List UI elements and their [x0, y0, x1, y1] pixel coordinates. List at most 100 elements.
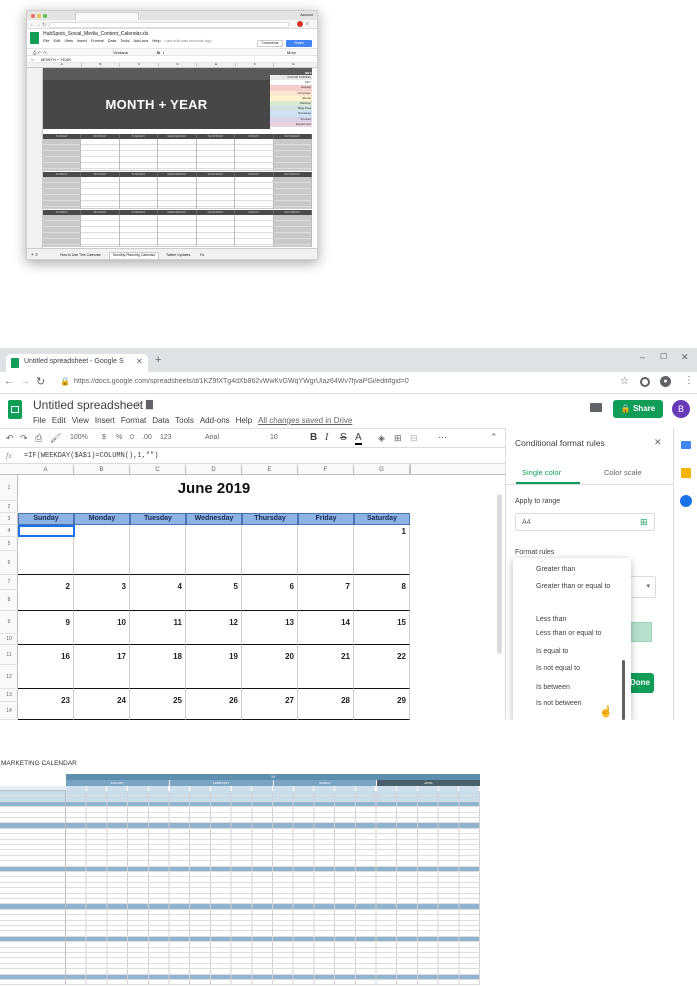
date-cell[interactable]	[74, 525, 130, 575]
row-number[interactable]: 3	[0, 513, 18, 525]
window-close-icon[interactable]: ✕	[681, 352, 689, 363]
date-number[interactable]: 12	[229, 618, 238, 627]
date-cell[interactable]: 19	[186, 645, 242, 689]
condition-option[interactable]: Is not equal to	[536, 664, 624, 674]
date-cell[interactable]: 24	[74, 689, 130, 720]
percent-button[interactable]: %	[116, 434, 122, 441]
condition-dropdown-arrow-icon[interactable]: ▾	[628, 576, 656, 598]
col-header[interactable]: D	[186, 465, 242, 475]
key-item[interactable]: Experiment	[270, 121, 312, 127]
day-cell[interactable]	[235, 215, 274, 247]
date-cell[interactable]: 5	[186, 575, 242, 611]
day-cell[interactable]	[81, 177, 120, 209]
day-cell[interactable]	[81, 215, 120, 247]
doc-title[interactable]: Untitled spreadsheet	[33, 398, 143, 412]
share-button[interactable]: 🔒 Share	[613, 400, 663, 418]
date-cell[interactable]	[298, 525, 354, 575]
date-cell[interactable]: 13	[242, 611, 298, 645]
day-cell[interactable]	[158, 215, 197, 247]
row-number[interactable]: 4	[0, 525, 18, 537]
comments-icon[interactable]	[590, 403, 602, 412]
day-cell[interactable]	[235, 177, 274, 209]
date-number[interactable]: 13	[285, 618, 294, 627]
formula-input[interactable]: =IF(WEEKDAY($A$1)=COLUMN(),1,"")	[24, 452, 158, 460]
row-number[interactable]: 13	[0, 689, 18, 702]
row-number[interactable]: 8	[0, 590, 18, 611]
borders-icon[interactable]: ⊞	[394, 433, 402, 444]
day-cell[interactable]	[273, 139, 312, 171]
row-number[interactable]: 14	[0, 702, 18, 720]
menu-view[interactable]: View	[64, 39, 73, 43]
date-number[interactable]: 25	[173, 696, 182, 705]
sheets-logo-icon[interactable]	[8, 400, 22, 419]
minimize-dot[interactable]	[37, 14, 41, 18]
last-edit[interactable]: Last edit was seconds ago	[165, 39, 212, 43]
date-number[interactable]: 27	[285, 696, 294, 705]
selected-cell[interactable]	[18, 525, 75, 537]
row-number[interactable]: 9	[0, 611, 18, 634]
date-cell[interactable]: 14	[298, 611, 354, 645]
date-cell[interactable]: 29	[354, 689, 410, 720]
date-cell[interactable]: 23	[18, 689, 74, 720]
menu-insert[interactable]: Insert	[77, 39, 87, 43]
italic-icon[interactable]: I	[325, 432, 328, 443]
day-cell[interactable]	[196, 177, 236, 209]
date-cell[interactable]: 10	[74, 611, 130, 645]
share-button[interactable]: Share	[286, 40, 312, 47]
tab-color-scale[interactable]: Color scale	[604, 468, 642, 477]
tab-close-icon[interactable]: ✕	[136, 357, 143, 366]
format-preview-swatch[interactable]	[628, 622, 652, 642]
condition-option[interactable]: Is equal to	[536, 647, 624, 657]
calendar-title[interactable]: June 2019	[18, 476, 410, 501]
zoom-dot[interactable]	[43, 14, 47, 18]
fill-color-icon[interactable]: ◈	[378, 433, 385, 444]
date-number[interactable]: 7	[346, 582, 350, 591]
date-cell[interactable]: 4	[130, 575, 186, 611]
date-cell[interactable]: 21	[298, 645, 354, 689]
date-cell[interactable]: 7	[298, 575, 354, 611]
date-cell[interactable]: 17	[74, 645, 130, 689]
date-number[interactable]: 29	[397, 696, 406, 705]
reload-icon[interactable]: ↻	[36, 375, 45, 388]
panel-close-icon[interactable]: ✕	[654, 437, 662, 448]
date-cell[interactable]: 2	[18, 575, 74, 611]
sheet-tab-0[interactable]: How to Use This Calendar	[57, 253, 104, 259]
done-button[interactable]: Done	[628, 673, 654, 693]
menu-data[interactable]: Data	[108, 39, 116, 43]
tab-single-color[interactable]: Single color	[522, 468, 561, 477]
merge-cells-icon[interactable]: ⊟	[410, 433, 418, 444]
condition-option[interactable]: Less than or equal to	[536, 629, 624, 639]
date-number[interactable]: 18	[173, 652, 182, 661]
collapse-icon[interactable]: ⌃	[490, 432, 498, 443]
menu-data[interactable]: Data	[152, 416, 169, 425]
menu-help[interactable]: Help	[152, 39, 160, 43]
menu-edit[interactable]: Edit	[52, 416, 66, 425]
back-icon[interactable]: ←	[30, 22, 35, 28]
date-number[interactable]: 1	[402, 527, 406, 536]
row-number[interactable]: 1	[0, 475, 18, 501]
doc-title[interactable]: HubSpots_Social_Media_Content_Calendar.x…	[43, 32, 148, 37]
more-button[interactable]: More	[287, 51, 296, 55]
decrease-decimal-button[interactable]: .0	[128, 434, 134, 441]
zoom-select[interactable]: 100%	[70, 434, 88, 441]
profile-icon[interactable]: ●	[660, 376, 671, 387]
font-select[interactable]: Arial	[205, 434, 219, 441]
row-number[interactable]: 5	[0, 537, 18, 551]
bold-icon[interactable]: B	[310, 432, 317, 443]
sheet-tab-3[interactable]: Fa	[197, 253, 207, 259]
week-row[interactable]	[43, 139, 312, 171]
menu-format[interactable]: Format	[91, 39, 104, 43]
range-input[interactable]: A4 ⊞	[515, 513, 655, 531]
menu-edit[interactable]: Edit	[53, 39, 60, 43]
select-range-icon[interactable]: ⊞	[640, 517, 648, 528]
day-cell[interactable]	[273, 177, 312, 209]
menu-icon[interactable]: ≡	[306, 21, 309, 27]
browser-tab[interactable]: Untitled spreadsheet - Google S ✕	[6, 354, 148, 372]
date-cell[interactable]	[186, 525, 242, 575]
extension-icon[interactable]	[640, 377, 650, 387]
day-header[interactable]: Friday	[298, 513, 354, 525]
increase-decimal-button[interactable]: .00	[142, 434, 152, 441]
day-cell[interactable]	[196, 215, 236, 247]
forward-icon[interactable]: →	[20, 376, 30, 387]
menu-file[interactable]: File	[33, 416, 46, 425]
